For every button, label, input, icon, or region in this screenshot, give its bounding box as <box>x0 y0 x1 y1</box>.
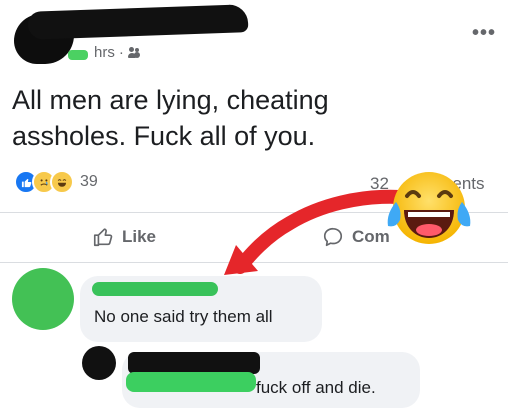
reply-avatar[interactable] <box>82 346 116 380</box>
post-text: All men are lying, cheating assholes. Fu… <box>12 85 329 151</box>
redacted-reply-author <box>128 352 260 374</box>
comment-text: No one said try them all <box>94 307 273 326</box>
reaction-summary[interactable]: 39 <box>14 170 98 194</box>
redaction-mark <box>68 50 88 60</box>
haha-reaction-icon <box>50 170 74 194</box>
thumbs-up-icon <box>93 228 113 247</box>
post-time[interactable]: hrs <box>94 44 115 61</box>
commenter-avatar[interactable] <box>12 268 74 330</box>
laughing-crying-emoji-icon <box>387 172 471 244</box>
like-button[interactable]: Like <box>92 226 156 248</box>
reply-text: fuck off and die. <box>256 378 376 397</box>
meta-separator: · <box>118 44 124 61</box>
redacted-commenter-name <box>92 282 218 296</box>
red-arrow-annotation <box>224 189 407 275</box>
like-label: Like <box>122 227 157 246</box>
friends-privacy-icon[interactable] <box>127 46 142 59</box>
redacted-author-name <box>27 4 249 40</box>
more-options-icon[interactable]: ••• <box>472 22 496 45</box>
post-meta: hrs · <box>94 44 142 61</box>
reaction-count: 39 <box>80 173 98 190</box>
redacted-reply-name <box>126 372 256 392</box>
